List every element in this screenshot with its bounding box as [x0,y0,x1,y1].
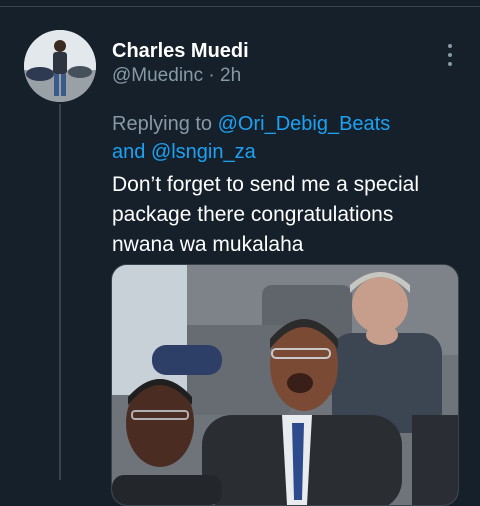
top-divider [0,0,480,7]
mention-link[interactable]: @Ori_Debig_Beats [218,113,391,135]
mention-link[interactable]: @lsngin_za [151,141,256,163]
more-options-button[interactable] [440,42,460,68]
replying-prefix: Replying to [112,113,218,135]
meta-separator: · [203,65,220,86]
avatar-photo [24,30,96,102]
thread-line [59,104,61,480]
avatar[interactable] [24,30,96,102]
more-vertical-icon-dot [448,53,452,57]
reply-context: Replying to @Ori_Debig_Beats and @lsngin… [112,110,462,166]
display-name[interactable]: Charles Muedi [112,38,442,64]
tweet-text-line: Don’t forget to send me a special [112,173,420,196]
more-vertical-icon [448,44,452,48]
tweet-text: Don’t forget to send me a special packag… [112,170,462,260]
tweet-header: Charles Muedi @Muedinc · 2h [112,38,442,88]
more-vertical-icon-dot [448,62,452,66]
timestamp[interactable]: 2h [220,65,241,86]
media-image[interactable] [111,264,459,506]
media-photo [112,265,458,505]
tweet-text-line: package there congratulations [112,203,394,226]
reply-conjunction: and [112,141,151,163]
tweet-text-line: nwana wa mukalaha [112,233,304,256]
handle[interactable]: @Muedinc [112,65,203,86]
tweet-meta: @Muedinc · 2h [112,64,442,88]
